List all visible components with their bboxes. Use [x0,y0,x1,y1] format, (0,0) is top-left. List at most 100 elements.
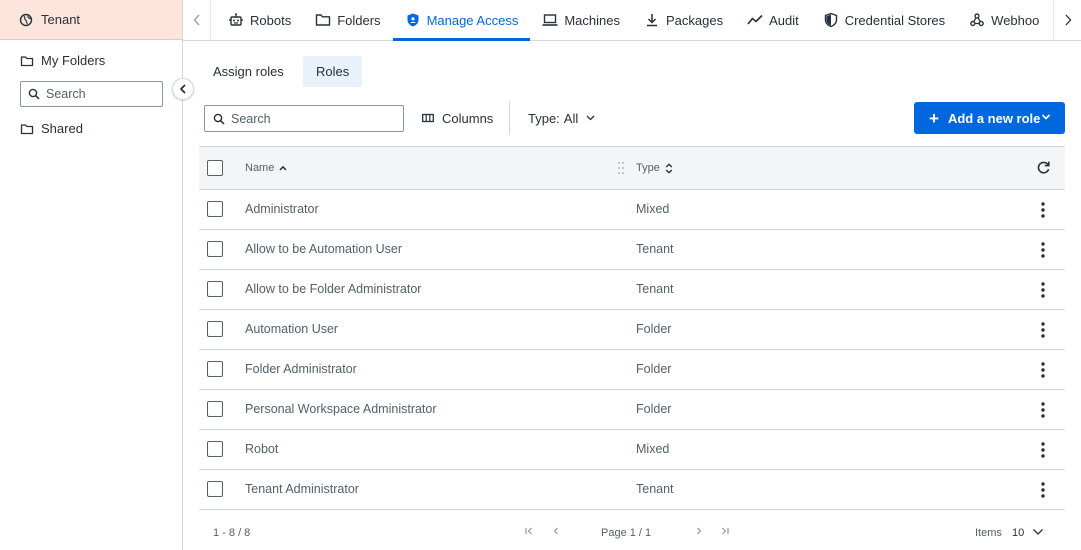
role-type: Folder [636,402,672,416]
scroll-tabs-left-button[interactable] [183,0,211,40]
folder-search-input[interactable] [46,87,156,101]
add-new-role-button[interactable]: + Add a new role [914,102,1065,134]
tenant-item[interactable]: Tenant [0,0,182,40]
row-checkbox[interactable] [207,281,223,297]
tab-credential-stores[interactable]: Credential Stores [811,0,957,40]
row-checkbox[interactable] [207,481,223,497]
chevron-left-icon [178,84,188,94]
table-row[interactable]: Personal Workspace Administrator Folder [199,390,1065,430]
chevron-left-icon [192,13,202,27]
sidebar-item-label: My Folders [41,53,106,68]
more-actions-icon[interactable] [1034,400,1052,420]
columns-label: Columns [442,110,494,126]
sort-icon [665,162,673,174]
pagination-range: 1 - 8 / 8 [213,527,251,539]
column-header-name[interactable]: Name [245,162,287,174]
sort-ascending-icon [279,165,287,171]
row-checkbox[interactable] [207,201,223,217]
shield-icon [405,12,421,28]
table-row[interactable]: Folder Administrator Folder [199,350,1065,390]
subtab-label: Assign roles [213,64,284,79]
row-checkbox[interactable] [207,241,223,257]
plus-icon: + [929,108,939,128]
more-actions-icon[interactable] [1034,440,1052,460]
subtab-assign-roles[interactable]: Assign roles [200,56,297,87]
role-type: Tenant [636,282,674,296]
tab-label: Audit [769,12,799,28]
roles-search-input[interactable] [231,111,391,126]
role-name: Administrator [245,202,319,216]
table-row[interactable]: Administrator Mixed [199,190,1065,230]
sidebar-item-shared[interactable]: Shared [20,121,83,136]
previous-page-button[interactable] [551,526,561,536]
toolbar-divider [509,101,510,135]
tab-robots[interactable]: Robots [216,0,303,40]
folder-icon [20,122,34,136]
tab-manage-access[interactable]: Manage Access [392,0,531,41]
more-actions-icon[interactable] [1034,360,1052,380]
scroll-tabs-right-button[interactable] [1053,0,1081,40]
table-header: Name Type [199,146,1065,190]
column-header-label: Name [245,162,275,174]
type-filter-dropdown[interactable]: Type: All [528,108,595,128]
sidebar-item-label: Shared [41,121,83,136]
tab-packages[interactable]: Packages [632,0,735,40]
page-info: Page 1 / 1 [601,527,652,539]
row-checkbox[interactable] [207,321,223,337]
next-page-button[interactable] [694,526,704,536]
sidebar-item-my-folders[interactable]: My Folders [20,53,105,68]
column-resize-handle[interactable] [617,161,625,175]
table-row[interactable]: Allow to be Automation User Tenant [199,230,1065,270]
webhook-icon [969,12,985,28]
more-actions-icon[interactable] [1034,480,1052,500]
tab-label: Robots [250,12,292,28]
column-header-type[interactable]: Type [636,162,673,174]
tab-audit[interactable]: Audit [735,0,811,40]
row-checkbox[interactable] [207,401,223,417]
role-type: Tenant [636,482,674,496]
select-all-checkbox[interactable] [207,160,223,176]
tenant-label: Tenant [41,12,81,27]
folder-search-box[interactable] [20,81,163,107]
folder-sidebar: Tenant My Folders Shared [0,0,183,550]
laptop-icon [542,12,558,28]
collapse-sidebar-button[interactable] [172,78,194,100]
table-row[interactable]: Tenant Administrator Tenant [199,470,1065,510]
more-actions-icon[interactable] [1034,240,1052,260]
role-name: Allow to be Folder Administrator [245,282,422,296]
table-row[interactable]: Allow to be Folder Administrator Tenant [199,270,1065,310]
tab-machines[interactable]: Machines [530,0,632,40]
chevron-down-icon[interactable] [1032,528,1044,536]
search-icon [213,113,225,125]
role-type: Folder [636,362,672,376]
globe-icon [19,13,33,27]
more-actions-icon[interactable] [1034,320,1052,340]
more-actions-icon[interactable] [1034,200,1052,220]
row-checkbox[interactable] [207,361,223,377]
tab-label: Machines [564,12,620,28]
columns-button[interactable]: Columns [422,108,493,128]
role-name: Tenant Administrator [245,482,359,496]
refresh-icon[interactable] [1036,160,1051,175]
role-type: Mixed [636,442,670,456]
chevron-down-icon [586,115,595,121]
role-type: Folder [636,322,672,336]
table-row[interactable]: Automation User Folder [199,310,1065,350]
more-actions-icon[interactable] [1034,280,1052,300]
table-row[interactable]: Robot Mixed [199,430,1065,470]
last-page-button[interactable] [720,526,730,536]
items-per-page-value[interactable]: 10 [1012,527,1024,539]
roles-table: Name Type Administrator Mixed Allow to be … [199,146,1065,510]
type-filter-label: Type: [528,110,560,126]
first-page-button[interactable] [524,526,534,536]
subtab-roles[interactable]: Roles [303,56,363,87]
trend-icon [747,12,763,28]
role-name: Allow to be Automation User [245,242,403,256]
items-per-page-label: Items [975,527,1002,539]
row-checkbox[interactable] [207,441,223,457]
subtab-label: Roles [316,64,350,79]
tab-label: Folders [337,12,381,28]
roles-search-box[interactable] [204,105,404,132]
tab-folders[interactable]: Folders [303,0,392,40]
tab-webhooks[interactable]: Webhoo [957,0,1051,40]
